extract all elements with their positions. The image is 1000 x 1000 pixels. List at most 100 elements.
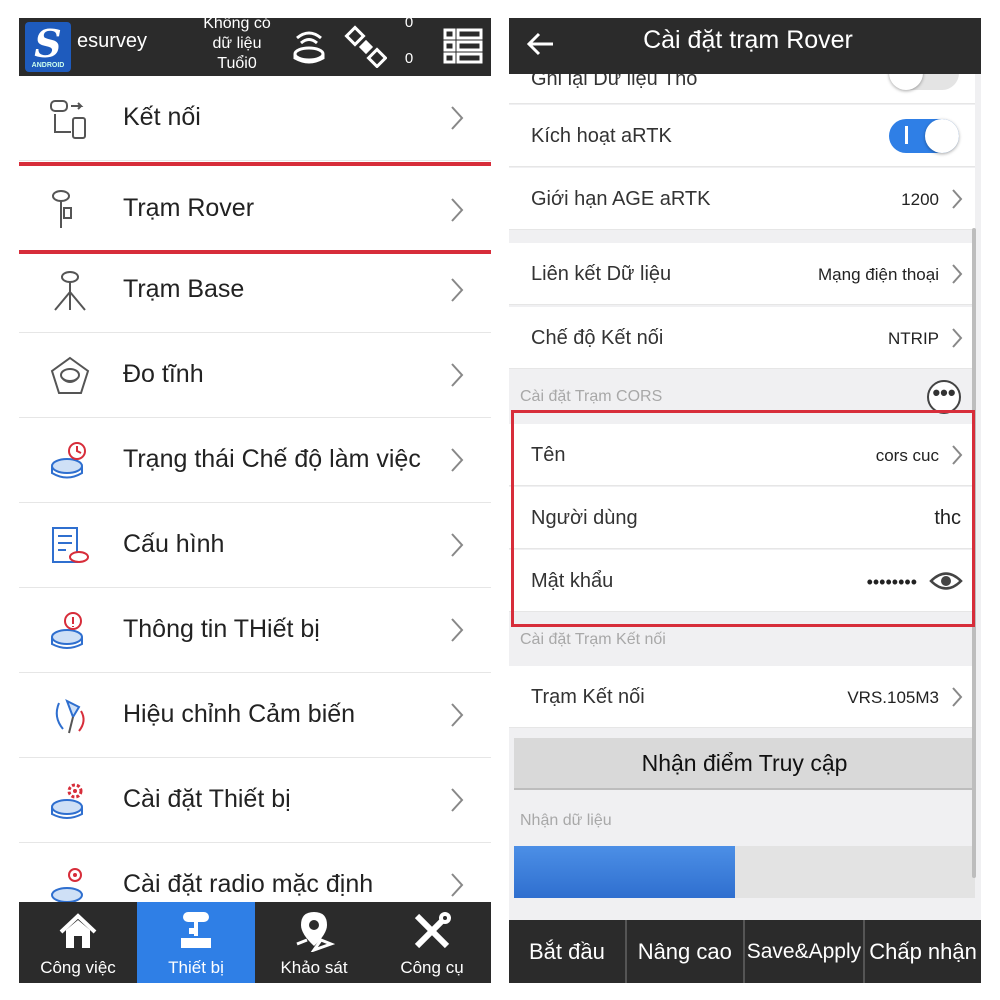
screenshot-root: S ANDROID esurvey Không có dữ liệu Tuổi0… (0, 0, 1000, 1000)
chevron-right-icon (952, 189, 963, 209)
chevron-right-icon (451, 703, 464, 727)
work-mode-icon (51, 442, 86, 479)
chevron-right-icon (451, 198, 464, 222)
static-survey-icon (50, 356, 90, 394)
row-age-limit[interactable]: Giới hạn AGE aRTK 1200 (509, 168, 975, 230)
menu-item-connection[interactable]: Kết nối (19, 76, 491, 161)
row-artk[interactable]: Kích hoạt aRTK (509, 105, 975, 167)
base-tripod-icon (54, 271, 86, 311)
row-label: Kích hoạt aRTK (531, 125, 672, 147)
satellite-icon[interactable] (343, 24, 387, 68)
brand-name: esurvey (77, 30, 148, 52)
rover-icon (52, 190, 72, 228)
chevron-right-icon (451, 618, 464, 642)
receiver-signal-icon[interactable] (287, 24, 331, 68)
row-username[interactable]: Người dùng thc (509, 487, 975, 549)
accept-button[interactable]: Chấp nhận (865, 920, 981, 983)
menu-label: Trạm Rover (123, 194, 255, 222)
row-label: Mật khẩu (531, 570, 614, 592)
chevron-right-icon (952, 687, 963, 707)
menu-label: Kết nối (123, 103, 201, 131)
nav-label: Thiết bị (168, 958, 224, 977)
row-label: Chế độ Kết nối (531, 327, 664, 349)
chevron-right-icon (952, 264, 963, 284)
menu-label: Trạng thái Chế độ làm việc (123, 445, 421, 473)
chevron-right-icon (451, 788, 464, 812)
status-bar: S ANDROID esurvey Không có dữ liệu Tuổi0… (19, 18, 491, 76)
row-name[interactable]: Tên cors cuc (509, 424, 975, 486)
device-info-icon (51, 612, 83, 649)
row-mountpoint[interactable]: Trạm Kết nối VRS.105M3 (509, 666, 975, 728)
chevron-right-icon (451, 533, 464, 557)
menu-item-base[interactable]: Trạm Base (19, 248, 491, 333)
logo-subtext: ANDROID (31, 62, 65, 69)
scrollbar[interactable] (972, 228, 976, 878)
row-value: Mạng điện thoại (818, 265, 939, 284)
menu-item-sensor-calibration[interactable]: Hiệu chỉnh Cảm biến (19, 673, 491, 758)
menu-item-work-mode[interactable]: Trạng thái Chế độ làm việc (19, 418, 491, 503)
artk-toggle[interactable] (889, 119, 959, 153)
menu-label: Đo tĩnh (123, 360, 204, 388)
row-label: Trạm Kết nối (531, 686, 645, 708)
section-receive-data: Nhận dữ liệu (520, 812, 612, 829)
row-label: Liên kết Dữ liệu (531, 263, 672, 285)
eye-icon[interactable] (929, 568, 963, 594)
row-value: NTRIP (888, 329, 939, 348)
configuration-icon (52, 527, 89, 563)
nav-tab-survey[interactable]: Khảo sát (255, 902, 373, 983)
row-value: cors cuc (875, 446, 939, 465)
chevron-right-icon (952, 328, 963, 348)
receive-progress-bar (514, 846, 975, 898)
chevron-right-icon (952, 445, 963, 465)
menu-label: Trạm Base (123, 275, 245, 303)
menu-item-rover[interactable]: Trạm Rover (19, 162, 491, 254)
password-input[interactable]: •••••••• (867, 572, 917, 593)
satellite-count-bottom: 0 (404, 50, 414, 67)
username-input[interactable]: thc (934, 507, 961, 530)
title-bar: Cài đặt trạm Rover (509, 18, 981, 74)
get-access-point-button[interactable]: Nhận điểm Truy cập (514, 738, 975, 790)
menu-label: Cấu hình (123, 530, 225, 558)
nav-tab-work[interactable]: Công việc (19, 902, 137, 983)
rover-settings-screen: Cài đặt trạm Rover Ghi lại Dữ liệu Thô K… (509, 18, 981, 983)
chevron-right-icon (451, 448, 464, 472)
row-value: VRS.105M3 (847, 688, 939, 707)
connection-icon (50, 100, 86, 139)
menu-item-device-settings[interactable]: Cài đặt Thiết bị (19, 758, 491, 843)
progress-fill (514, 846, 736, 898)
radio-settings-icon (51, 868, 83, 903)
row-value: 1200 (901, 190, 939, 209)
data-status[interactable]: Không có dữ liệu Tuổi0 (191, 18, 283, 74)
map-pin-icon (296, 912, 335, 952)
menu-label: Cài đặt Thiết bị (123, 785, 291, 813)
row-data-link[interactable]: Liên kết Dữ liệu Mạng điện thoại (509, 243, 975, 305)
app-logo: S ANDROID (25, 22, 71, 72)
menu-item-device-info[interactable]: Thông tin THiết bị (19, 588, 491, 673)
chevron-right-icon (451, 873, 464, 897)
device-menu-screen: S ANDROID esurvey Không có dữ liệu Tuổi0… (19, 18, 491, 983)
row-label: Tên (531, 444, 566, 466)
row-password[interactable]: Mật khẩu •••••••• (509, 550, 975, 612)
device-icon (181, 912, 211, 948)
nav-tab-device[interactable]: Thiết bị (137, 902, 255, 983)
toggle-on-mark (905, 126, 908, 144)
row-label: Giới hạn AGE aRTK (531, 188, 711, 210)
nav-tab-tools[interactable]: Công cụ (373, 902, 491, 983)
menu-label: Thông tin THiết bị (123, 615, 320, 643)
nav-label: Khảo sát (280, 958, 348, 977)
list-menu-icon[interactable] (441, 24, 485, 68)
advanced-button[interactable]: Nâng cao (627, 920, 745, 983)
action-bar: Bắt đầu Nâng cao Save&Apply Chấp nhận (509, 920, 981, 983)
status-line-2: dữ liệu (212, 35, 262, 52)
save-apply-button[interactable]: Save&Apply (745, 920, 866, 983)
logo-letter: S (34, 21, 62, 66)
start-button[interactable]: Bắt đầu (509, 920, 627, 983)
more-options-button[interactable]: ••• (927, 380, 961, 414)
status-line-1: Không có (203, 18, 271, 32)
row-connection-mode[interactable]: Chế độ Kết nối NTRIP (509, 307, 975, 369)
menu-item-static[interactable]: Đo tĩnh (19, 333, 491, 418)
chevron-right-icon (451, 106, 464, 130)
section-cors: Cài đặt Trạm CORS (520, 388, 663, 405)
menu-item-configuration[interactable]: Cấu hình (19, 503, 491, 588)
nav-label: Công cụ (400, 958, 464, 977)
